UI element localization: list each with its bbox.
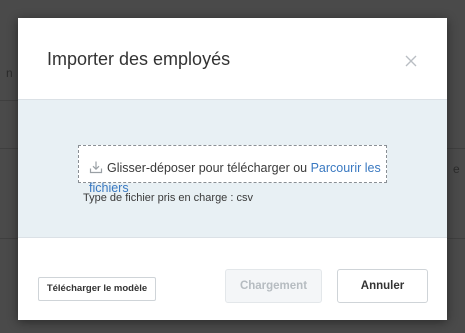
background-page-fragment: n bbox=[6, 66, 13, 80]
background-page-fragment: e bbox=[453, 162, 460, 176]
dialog-body: Glisser-déposer pour télécharger ou Parc… bbox=[18, 100, 447, 238]
dropzone-instruction: Glisser-déposer pour télécharger ou bbox=[107, 161, 311, 175]
supported-filetype-note: Type de fichier pris en charge : csv bbox=[83, 192, 253, 204]
import-employees-dialog: Importer des employés Glisser-déposer po… bbox=[18, 18, 447, 320]
dialog-header: Importer des employés bbox=[18, 18, 447, 100]
upload-icon bbox=[89, 160, 103, 174]
close-button[interactable] bbox=[403, 53, 419, 69]
background-divider bbox=[0, 148, 18, 149]
file-dropzone[interactable]: Glisser-déposer pour télécharger ou Parc… bbox=[78, 145, 387, 195]
background-divider bbox=[447, 238, 465, 239]
dialog-footer: Télécharger le modèle Chargement Annuler bbox=[18, 238, 447, 320]
load-button[interactable]: Chargement bbox=[225, 269, 322, 303]
dialog-title: Importer des employés bbox=[47, 49, 231, 69]
background-divider bbox=[0, 100, 18, 101]
cancel-button[interactable]: Annuler bbox=[337, 269, 428, 303]
background-divider bbox=[447, 148, 465, 149]
download-template-button[interactable]: Télécharger le modèle bbox=[38, 277, 156, 301]
close-icon bbox=[405, 55, 417, 67]
background-divider bbox=[0, 238, 18, 239]
